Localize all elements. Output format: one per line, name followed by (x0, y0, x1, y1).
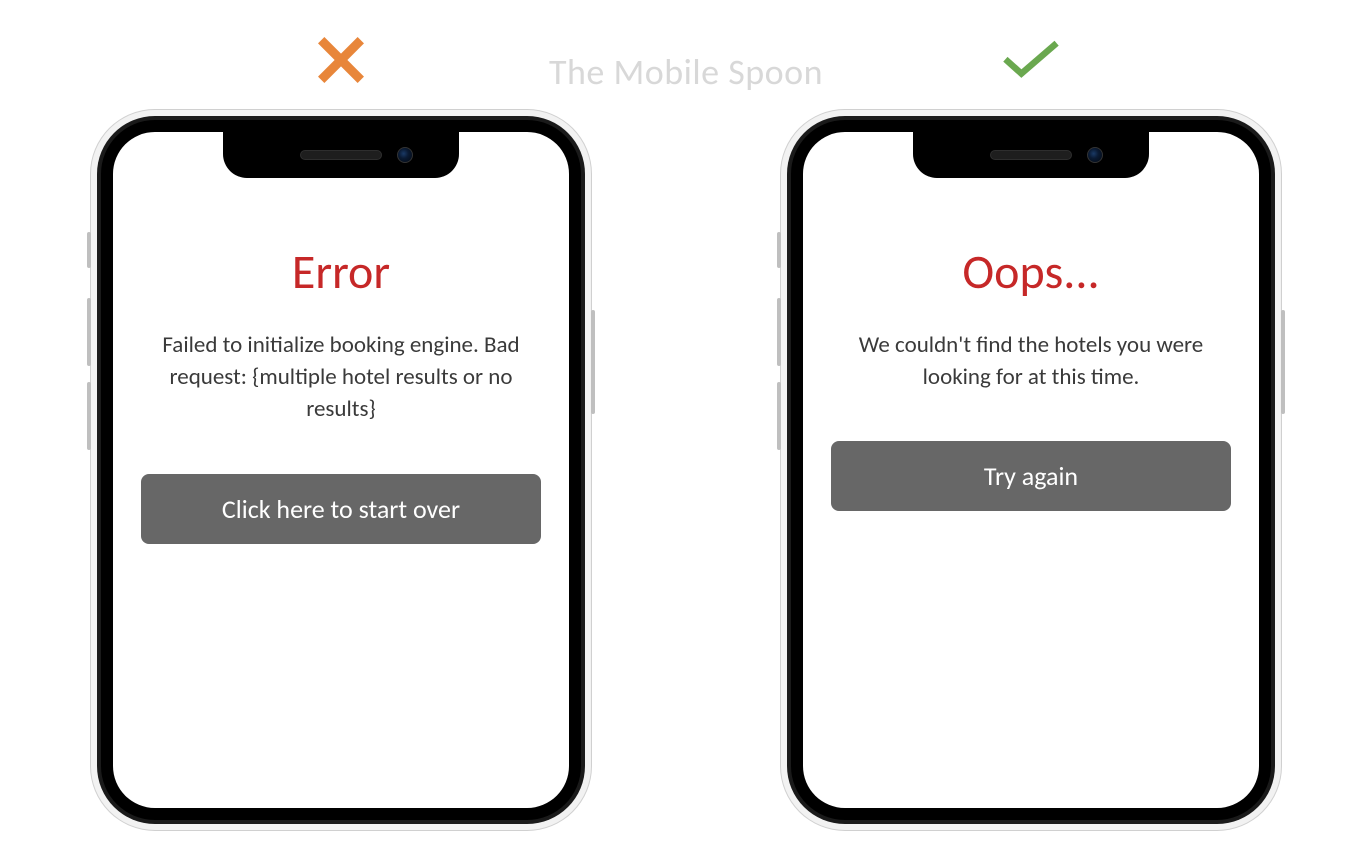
phone-frame-right: Oops... We couldn't find the hotels you … (781, 110, 1281, 830)
notch (913, 132, 1149, 178)
volume-up-button (777, 298, 781, 366)
watermark-text: The Mobile Spoon (549, 50, 823, 94)
mute-switch (777, 232, 781, 268)
power-button (1281, 310, 1285, 414)
power-button (591, 310, 595, 414)
phone-screen-right: Oops... We couldn't find the hotels you … (803, 132, 1259, 808)
check-icon (999, 28, 1063, 92)
phone-screen-left: Error Failed to initialize booking engin… (113, 132, 569, 808)
start-over-button[interactable]: Click here to start over (141, 474, 541, 544)
left-column: Error Failed to initialize booking engin… (91, 28, 591, 830)
right-column: Oops... We couldn't find the hotels you … (781, 28, 1281, 830)
cross-icon (314, 28, 368, 92)
volume-down-button (777, 382, 781, 450)
mute-switch (87, 232, 91, 268)
error-message: We couldn't find the hotels you were loo… (831, 329, 1231, 393)
phone-frame-left: Error Failed to initialize booking engin… (91, 110, 591, 830)
notch (223, 132, 459, 178)
try-again-button[interactable]: Try again (831, 441, 1231, 511)
error-title: Error (292, 242, 390, 301)
error-title: Oops... (962, 242, 1099, 301)
comparison-container: Error Failed to initialize booking engin… (0, 0, 1372, 830)
speaker-grille (990, 150, 1072, 160)
speaker-grille (300, 150, 382, 160)
front-camera (1087, 147, 1103, 163)
volume-down-button (87, 382, 91, 450)
error-message: Failed to initialize booking engine. Bad… (141, 329, 541, 426)
front-camera (397, 147, 413, 163)
volume-up-button (87, 298, 91, 366)
